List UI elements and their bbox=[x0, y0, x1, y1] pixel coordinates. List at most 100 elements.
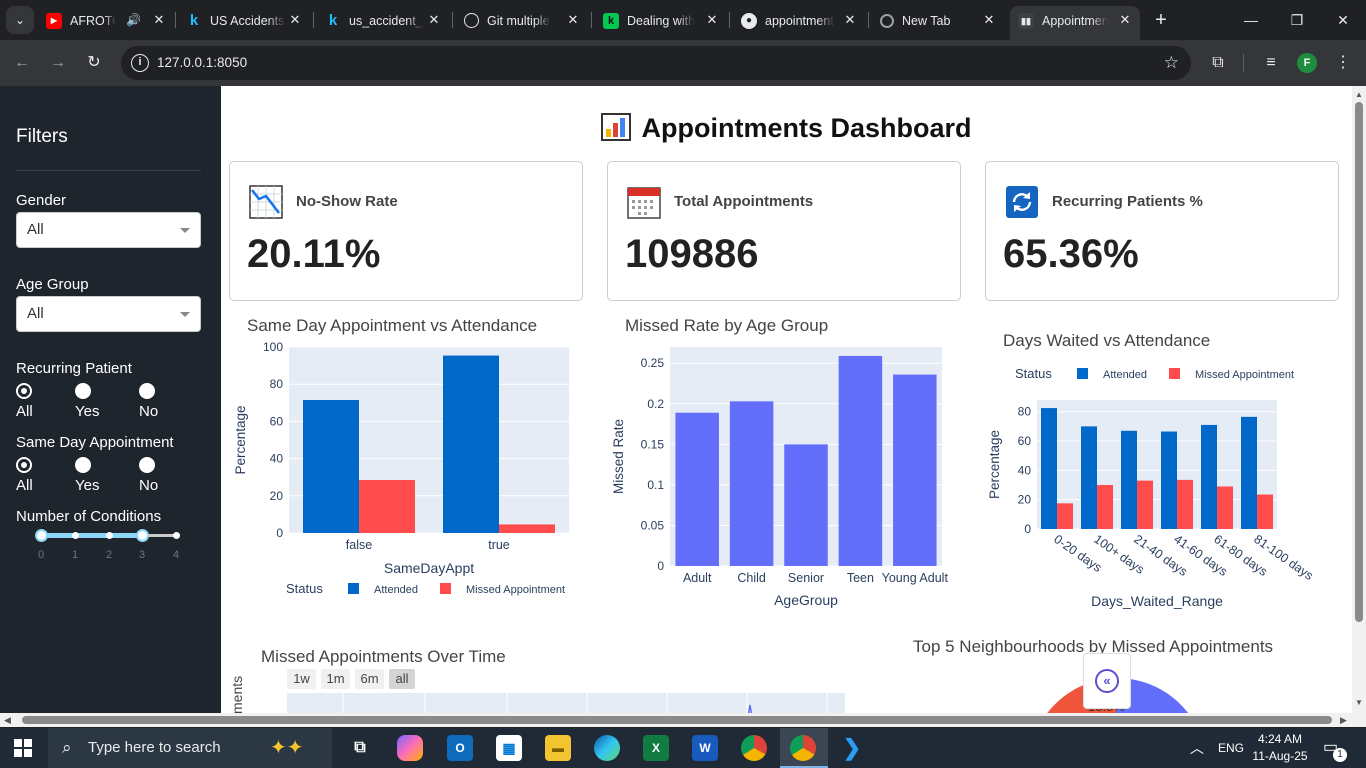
tab-search-button[interactable]: ⌄ bbox=[6, 6, 34, 34]
close-icon[interactable]: ✕ bbox=[286, 6, 304, 34]
y-tick-label: 60 bbox=[270, 414, 284, 428]
tab-dealing-with[interactable]: k Dealing with ✕ bbox=[603, 6, 721, 34]
tab-new-tab[interactable]: New Tab ✕ bbox=[880, 6, 998, 34]
scroll-down-arrow[interactable]: ▼ bbox=[1355, 698, 1363, 707]
bar bbox=[838, 355, 883, 566]
reload-button[interactable]: ↻ bbox=[80, 49, 108, 77]
y-axis-label: Percentage bbox=[233, 405, 248, 474]
github-icon: ● bbox=[741, 12, 757, 29]
range-button-1w[interactable]: 1w bbox=[287, 669, 316, 689]
scroll-left-arrow[interactable]: ◀ bbox=[4, 715, 11, 726]
recurring-radio-yes[interactable]: Yes bbox=[75, 382, 99, 420]
tab-appointment-github[interactable]: ● appointment ✕ bbox=[741, 6, 859, 34]
kpi-value: 109886 bbox=[625, 232, 759, 276]
y-tick-label: 40 bbox=[1018, 463, 1032, 477]
y-tick-label: 40 bbox=[270, 452, 284, 466]
chrome-profile-icon[interactable] bbox=[790, 735, 816, 761]
minimize-button[interactable]: — bbox=[1228, 0, 1274, 40]
file-explorer-icon[interactable]: ▬ bbox=[545, 735, 571, 761]
chevron-down-icon bbox=[180, 228, 190, 233]
bar bbox=[1081, 426, 1097, 529]
slider-step-dot bbox=[106, 532, 113, 539]
app-icon: k bbox=[603, 12, 619, 29]
gender-dropdown[interactable]: All bbox=[16, 212, 201, 248]
y-tick-label: 80 bbox=[1018, 405, 1032, 419]
extensions-icon[interactable]: ⧉ bbox=[1204, 49, 1232, 77]
same-day-radio-yes[interactable]: Yes bbox=[75, 456, 99, 494]
tab-afroto[interactable]: ▶ AFROTO 🔊 ✕ bbox=[46, 6, 168, 34]
close-icon[interactable]: ✕ bbox=[1116, 6, 1134, 34]
kaggle-icon: k bbox=[328, 11, 338, 29]
microsoft-store-icon[interactable]: ▦ bbox=[496, 735, 522, 761]
calendar-icon bbox=[627, 187, 661, 219]
forward-button[interactable]: → bbox=[44, 49, 72, 77]
language-indicator[interactable]: ENG bbox=[1218, 728, 1244, 768]
close-icon[interactable]: ✕ bbox=[841, 6, 859, 34]
tab-us-accident[interactable]: k us_accident_ ✕ bbox=[325, 6, 443, 34]
missed-over-time-line-chart bbox=[287, 693, 845, 713]
tab-git-multiple[interactable]: Git multiple ✕ bbox=[464, 6, 582, 34]
scroll-thumb[interactable] bbox=[22, 716, 1332, 724]
maximize-button[interactable]: ❐ bbox=[1274, 0, 1320, 40]
close-icon[interactable]: ✕ bbox=[980, 6, 998, 34]
recurring-radio-all[interactable]: All bbox=[16, 382, 40, 420]
task-view-icon[interactable]: ⧉ bbox=[347, 735, 373, 761]
vertical-scrollbar[interactable]: ▲ ▼ bbox=[1352, 86, 1366, 713]
site-info-icon[interactable]: i bbox=[131, 54, 149, 72]
scroll-up-arrow[interactable]: ▲ bbox=[1355, 90, 1363, 99]
close-icon[interactable]: ✕ bbox=[425, 6, 443, 34]
legend-swatch bbox=[1077, 368, 1088, 379]
same-day-bar-chart: 0 20 40 60 80 100 false true SameDayAppt Percenta… bbox=[233, 340, 569, 596]
range-button-6m[interactable]: 6m bbox=[355, 669, 384, 689]
address-bar[interactable]: i 127.0.0.1:8050 ☆ bbox=[121, 46, 1191, 80]
word-icon[interactable]: W bbox=[692, 735, 718, 761]
page-title: Appointments Dashboard bbox=[221, 113, 1352, 144]
back-button[interactable]: ← bbox=[8, 49, 36, 77]
close-icon[interactable]: ✕ bbox=[564, 6, 582, 34]
profile-avatar[interactable]: F bbox=[1297, 53, 1317, 73]
scroll-right-arrow[interactable]: ▶ bbox=[1340, 715, 1347, 726]
chart-decreasing-icon bbox=[249, 185, 283, 219]
windows-start-button[interactable] bbox=[14, 739, 32, 757]
legend-item: Attended bbox=[374, 584, 418, 596]
tab-appointments-active[interactable]: ▮▮ Appointments ✕ bbox=[1010, 6, 1140, 40]
url-text[interactable]: 127.0.0.1:8050 bbox=[157, 46, 247, 80]
dashboard-title-text: Appointments Dashboard bbox=[641, 113, 972, 143]
system-clock[interactable]: 4:24 AM 11-Aug-25 bbox=[1250, 731, 1310, 765]
close-icon[interactable]: ✕ bbox=[150, 6, 168, 34]
copilot-icon[interactable] bbox=[397, 735, 423, 761]
recurring-radio-no[interactable]: No bbox=[139, 382, 163, 420]
close-icon[interactable]: ✕ bbox=[703, 6, 721, 34]
edge-icon[interactable] bbox=[594, 735, 620, 761]
age-group-dropdown[interactable]: All bbox=[16, 296, 201, 332]
chrome-icon[interactable] bbox=[741, 735, 767, 761]
same-day-radio-all[interactable]: All bbox=[16, 456, 40, 494]
x-tick-label: Adult bbox=[683, 571, 712, 585]
x-tick-label: true bbox=[488, 538, 510, 552]
legend-swatch bbox=[1169, 368, 1180, 379]
vscode-icon[interactable]: ❯ bbox=[839, 735, 865, 761]
sidebar-divider bbox=[16, 170, 201, 171]
sidebar-toggle-button[interactable]: « bbox=[1083, 653, 1131, 709]
same-day-radio-no[interactable]: No bbox=[139, 456, 163, 494]
audio-icon[interactable]: 🔊 bbox=[126, 6, 141, 34]
horizontal-scrollbar[interactable]: ◀ ▶ bbox=[0, 713, 1366, 727]
close-window-button[interactable]: ✕ bbox=[1320, 0, 1366, 40]
taskbar-search-box[interactable]: ⌕ Type here to search ✦✦ bbox=[48, 728, 332, 768]
new-tab-button[interactable]: + bbox=[1150, 7, 1172, 33]
range-button-all[interactable]: all bbox=[389, 669, 415, 689]
tab-us-accidents[interactable]: k US Accidents ✕ bbox=[186, 6, 304, 34]
chrome-menu-icon[interactable]: ⋮ bbox=[1329, 49, 1357, 77]
conditions-slider-max-handle[interactable] bbox=[136, 529, 149, 542]
tray-overflow-icon[interactable]: ︿ bbox=[1190, 728, 1204, 768]
range-button-1m[interactable]: 1m bbox=[321, 669, 350, 689]
slider-mark: 1 bbox=[72, 549, 79, 561]
bookmark-star-icon[interactable]: ☆ bbox=[1164, 46, 1179, 80]
excel-icon[interactable]: X bbox=[643, 735, 669, 761]
outlook-icon[interactable]: O bbox=[447, 735, 473, 761]
scroll-thumb[interactable] bbox=[1355, 102, 1363, 622]
media-controls-icon[interactable]: ≡ bbox=[1257, 49, 1285, 77]
chart-title: Missed Appointments Over Time bbox=[261, 647, 506, 666]
conditions-slider-min-handle[interactable] bbox=[35, 529, 48, 542]
bar bbox=[303, 400, 359, 533]
